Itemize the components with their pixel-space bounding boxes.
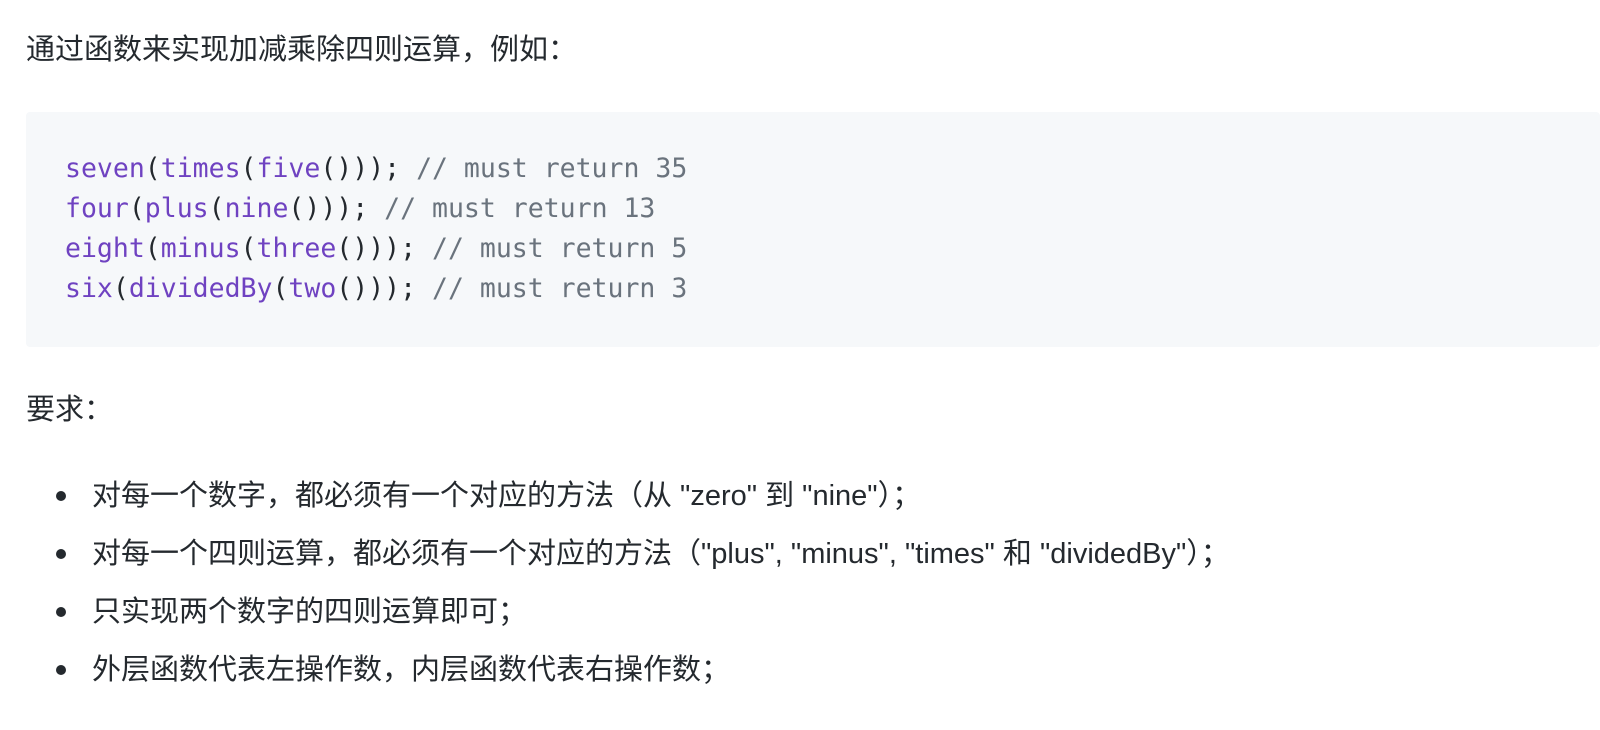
requirements-label: 要求： [26,394,114,426]
document-page: 通过函数来实现加减乘除四则运算，例如： seven(times(five()))… [0,0,1600,730]
requirements-list: 对每一个数字，都必须有一个对应的方法（从 "zero" 到 "nine"）； 对… [0,476,1230,708]
list-item: 只实现两个数字的四则运算即可； [0,592,1230,650]
inner-function: three [256,233,337,264]
paren: ( [128,193,145,224]
outer-function: seven [65,153,145,184]
list-item-text: 对每一个四则运算，都必须有一个对应的方法（"plus", "minus", "t… [92,538,1230,570]
paren: ( [208,193,225,224]
paren: ( [144,233,161,264]
list-item: 外层函数代表左操作数，内层函数代表右操作数； [0,650,1230,708]
paren: ( [272,273,289,304]
code-block: seven(times(five())); // must return 35 … [26,112,1600,347]
bullet-icon [56,607,66,617]
outer-function: four [65,193,129,224]
operator-function: dividedBy [128,273,273,304]
paren: ( [112,273,129,304]
closing-parens: ())); [320,153,401,184]
code-comment: // must return 35 [400,153,688,184]
code-line: six(dividedBy(two())); // must return 3 [65,269,1600,309]
outer-function: eight [65,233,145,264]
list-item: 对每一个四则运算，都必须有一个对应的方法（"plus", "minus", "t… [0,534,1230,592]
list-item-text: 只实现两个数字的四则运算即可； [92,596,528,628]
paren: ( [144,153,161,184]
closing-parens: ())); [288,193,369,224]
closing-parens: ())); [336,233,417,264]
paren: ( [240,153,257,184]
bullet-icon [56,665,66,675]
list-item: 对每一个数字，都必须有一个对应的方法（从 "zero" 到 "nine"）； [0,476,1230,534]
closing-parens: ())); [336,273,417,304]
inner-function: two [288,273,337,304]
outer-function: six [65,273,113,304]
code-line: seven(times(five())); // must return 35 [65,149,1600,189]
code-comment: // must return 13 [368,193,656,224]
list-item-text: 外层函数代表左操作数，内层函数代表右操作数； [92,654,731,686]
bullet-icon [56,549,66,559]
operator-function: minus [160,233,241,264]
code-line: eight(minus(three())); // must return 5 [65,229,1600,269]
code-comment: // must return 3 [416,273,688,304]
operator-function: times [160,153,241,184]
code-line: four(plus(nine())); // must return 13 [65,189,1600,229]
bullet-icon [56,491,66,501]
paren: ( [240,233,257,264]
code-comment: // must return 5 [416,233,688,264]
inner-function: five [256,153,321,184]
intro-paragraph: 通过函数来实现加减乘除四则运算，例如： [26,34,578,66]
list-item-text: 对每一个数字，都必须有一个对应的方法（从 "zero" 到 "nine"）； [92,480,922,512]
inner-function: nine [224,193,289,224]
operator-function: plus [144,193,209,224]
